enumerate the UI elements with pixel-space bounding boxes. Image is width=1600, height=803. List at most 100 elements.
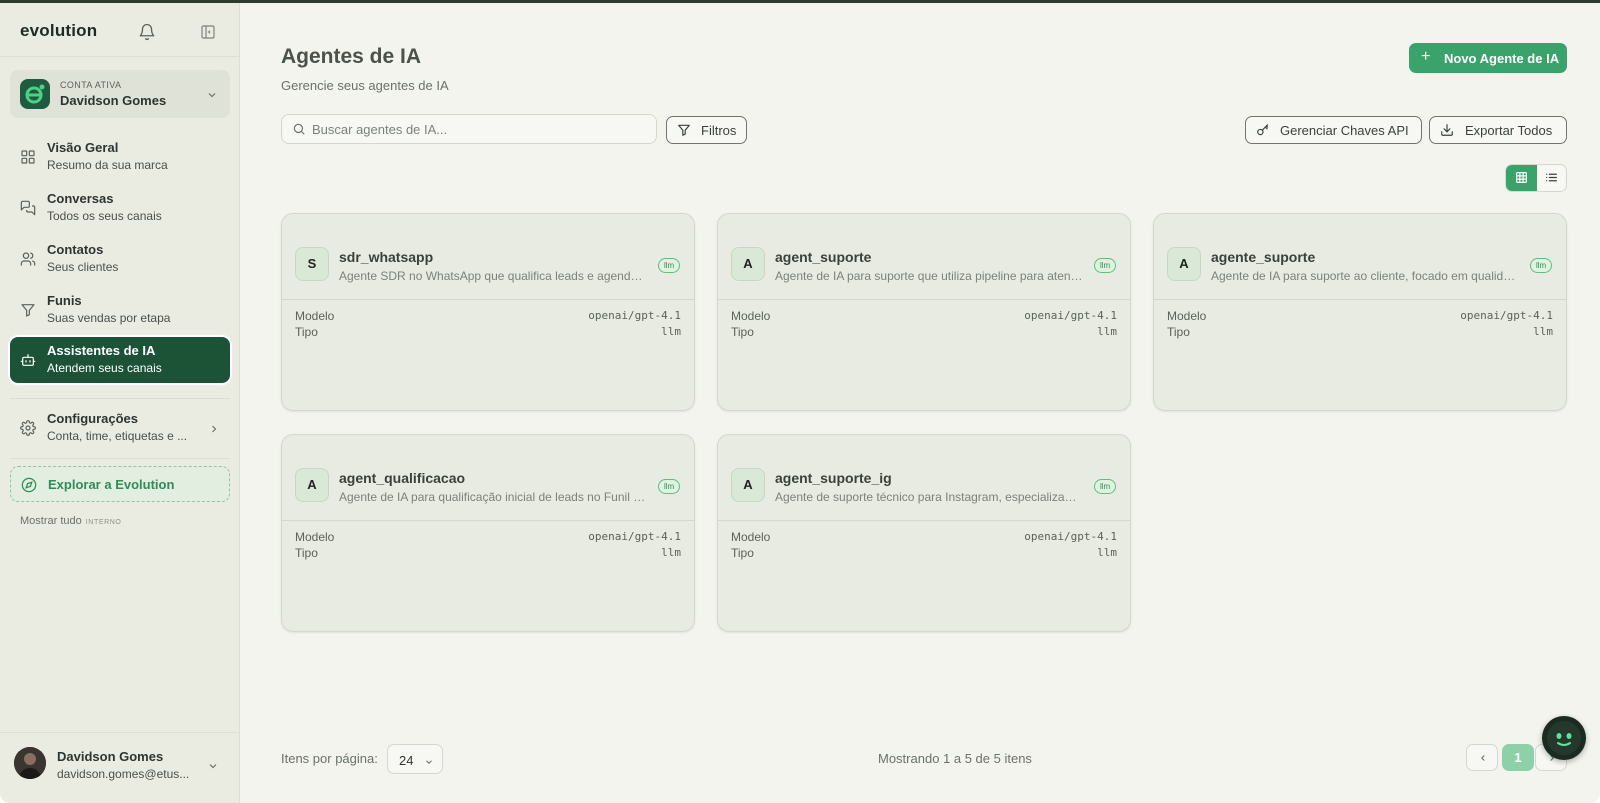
divider (718, 299, 1130, 300)
manage-api-keys-button[interactable]: Gerenciar Chaves API (1245, 116, 1422, 144)
model-value: openai/gpt-4.1 (1460, 309, 1553, 322)
agent-card[interactable]: A agent_suporte Agente de IA para suport… (717, 213, 1131, 411)
funnel-icon (20, 302, 36, 318)
agent-avatar: A (731, 247, 765, 281)
explore-evolution-button[interactable]: Explorar a Evolution (10, 466, 230, 502)
type-label: Tipo (295, 546, 318, 560)
sidebar-item-subtitle: Conta, time, etiquetas e ... (47, 429, 188, 443)
app-logo[interactable]: evolution (20, 21, 97, 41)
agent-name: agent_qualificacao (339, 470, 466, 486)
divider (10, 398, 230, 399)
avatar[interactable] (14, 747, 46, 779)
sidebar-item-title: Configurações (47, 411, 139, 426)
bell-icon[interactable] (138, 23, 156, 41)
agent-avatar: A (731, 468, 765, 502)
agent-card[interactable]: A agent_suporte_ig Agente de suporte téc… (717, 434, 1131, 632)
new-agent-label: Novo Agente de IA (1444, 51, 1560, 66)
grid-view-button[interactable] (1506, 165, 1537, 191)
filters-button[interactable]: Filtros (666, 116, 747, 144)
user-name: Davidson Gomes (57, 749, 164, 764)
page-subtitle: Gerencie seus agentes de IA (281, 78, 449, 93)
agent-description: Agente SDR no WhatsApp que qualifica lea… (339, 269, 647, 283)
account-logo-icon (20, 79, 50, 109)
search-input[interactable] (312, 119, 642, 139)
chevron-down-icon (206, 88, 218, 100)
sidebar-item-subtitle: Atendem seus canais (47, 361, 162, 375)
sidebar-collapse-icon[interactable] (200, 24, 216, 40)
agent-type-badge: llm (658, 479, 681, 494)
agent-card[interactable]: A agent_qualificacao Agente de IA para q… (281, 434, 695, 632)
list-view-button[interactable] (1537, 165, 1566, 191)
sidebar-item-conversations[interactable]: Conversas Todos os seus canais (10, 185, 230, 231)
divider (718, 520, 1130, 521)
show-all-link[interactable]: Mostrar tudo INTERNO (20, 515, 121, 527)
agent-avatar: A (295, 468, 329, 502)
agent-type-badge: llm (658, 258, 681, 273)
agent-card[interactable]: S sdr_whatsapp Agente SDR no WhatsApp qu… (281, 213, 695, 411)
page-button-current[interactable]: 1 (1502, 744, 1534, 771)
export-all-label: Exportar Todos (1465, 123, 1553, 138)
agent-avatar: A (1167, 247, 1201, 281)
list-icon (1546, 173, 1557, 182)
type-value: llm (1097, 325, 1117, 338)
gear-icon (20, 420, 36, 436)
sidebar-item-settings[interactable]: Configurações Conta, time, etiquetas e .… (10, 405, 230, 451)
brand-row: evolution (20, 21, 220, 45)
agent-type-badge: llm (1094, 479, 1117, 494)
user-email: davidson.gomes@etus... (57, 767, 190, 781)
agent-name: sdr_whatsapp (339, 249, 434, 265)
divider (0, 732, 240, 733)
agent-description: Agente de IA para suporte ao cliente, fo… (1211, 269, 1519, 283)
app-window: evolution CONTA ATIVA Davidson Gomes Vis (0, 3, 1600, 803)
divider (0, 56, 240, 57)
view-toggle (1505, 164, 1567, 192)
model-label: Modelo (1167, 309, 1207, 323)
items-per-page-select[interactable]: 24 (387, 744, 443, 774)
account-switcher[interactable]: CONTA ATIVA Davidson Gomes (10, 70, 230, 118)
search-icon (292, 122, 306, 136)
sidebar-item-subtitle: Seus clientes (47, 260, 119, 274)
bot-icon (20, 352, 36, 368)
account-label: CONTA ATIVA (60, 80, 122, 90)
agent-card[interactable]: A agente_suporte Agente de IA para supor… (1153, 213, 1567, 411)
pagination-summary: Mostrando 1 a 5 de 5 itens (878, 751, 1032, 766)
divider (282, 520, 694, 521)
agent-name: agent_suporte (775, 249, 872, 265)
chat-assistant-bot-button[interactable] (1542, 716, 1586, 760)
sidebar-item-funnels[interactable]: Funis Suas vendas por etapa (10, 287, 230, 333)
type-label: Tipo (295, 325, 318, 339)
agent-description: Agente de IA para suporte que utiliza pi… (775, 269, 1083, 283)
sidebar-item-title: Conversas (47, 191, 114, 206)
grid-icon (1516, 172, 1527, 183)
sidebar-item-overview[interactable]: Visão Geral Resumo da sua marca (10, 134, 230, 180)
agent-type-badge: llm (1094, 258, 1117, 273)
agent-description: Agente de suporte técnico para Instagram… (775, 490, 1083, 504)
bot-face-icon (1547, 721, 1581, 755)
chat-icon (20, 200, 36, 216)
agent-type-badge: llm (1530, 258, 1553, 273)
sidebar-item-title: Funis (47, 293, 82, 308)
sidebar-item-subtitle: Resumo da sua marca (47, 158, 168, 172)
model-value: openai/gpt-4.1 (588, 309, 681, 322)
sidebar-item-title: Contatos (47, 242, 104, 257)
sidebar-item-ai-assistants[interactable]: Assistentes de IA Atendem seus canais (10, 337, 230, 383)
page-title: Agentes de IA (281, 45, 422, 68)
new-agent-button[interactable]: + Novo Agente de IA (1409, 43, 1567, 73)
chevron-down-icon[interactable] (207, 759, 219, 771)
compass-icon (21, 477, 37, 493)
type-value: llm (661, 546, 681, 559)
model-label: Modelo (295, 309, 335, 323)
previous-page-button[interactable] (1466, 744, 1498, 771)
manage-api-keys-label: Gerenciar Chaves API (1280, 123, 1409, 138)
type-value: llm (1533, 325, 1553, 338)
grid-icon (20, 149, 36, 165)
type-label: Tipo (1167, 325, 1190, 339)
sidebar-item-contacts[interactable]: Contatos Seus clientes (10, 236, 230, 282)
items-per-page-label: Itens por página: (281, 751, 378, 766)
chevron-left-icon (1480, 755, 1485, 761)
key-icon (1256, 123, 1270, 137)
sidebar: evolution CONTA ATIVA Davidson Gomes Vis (0, 3, 240, 803)
export-all-button[interactable]: Exportar Todos (1429, 116, 1567, 144)
sidebar-item-subtitle: Todos os seus canais (47, 209, 162, 223)
model-value: openai/gpt-4.1 (588, 530, 681, 543)
